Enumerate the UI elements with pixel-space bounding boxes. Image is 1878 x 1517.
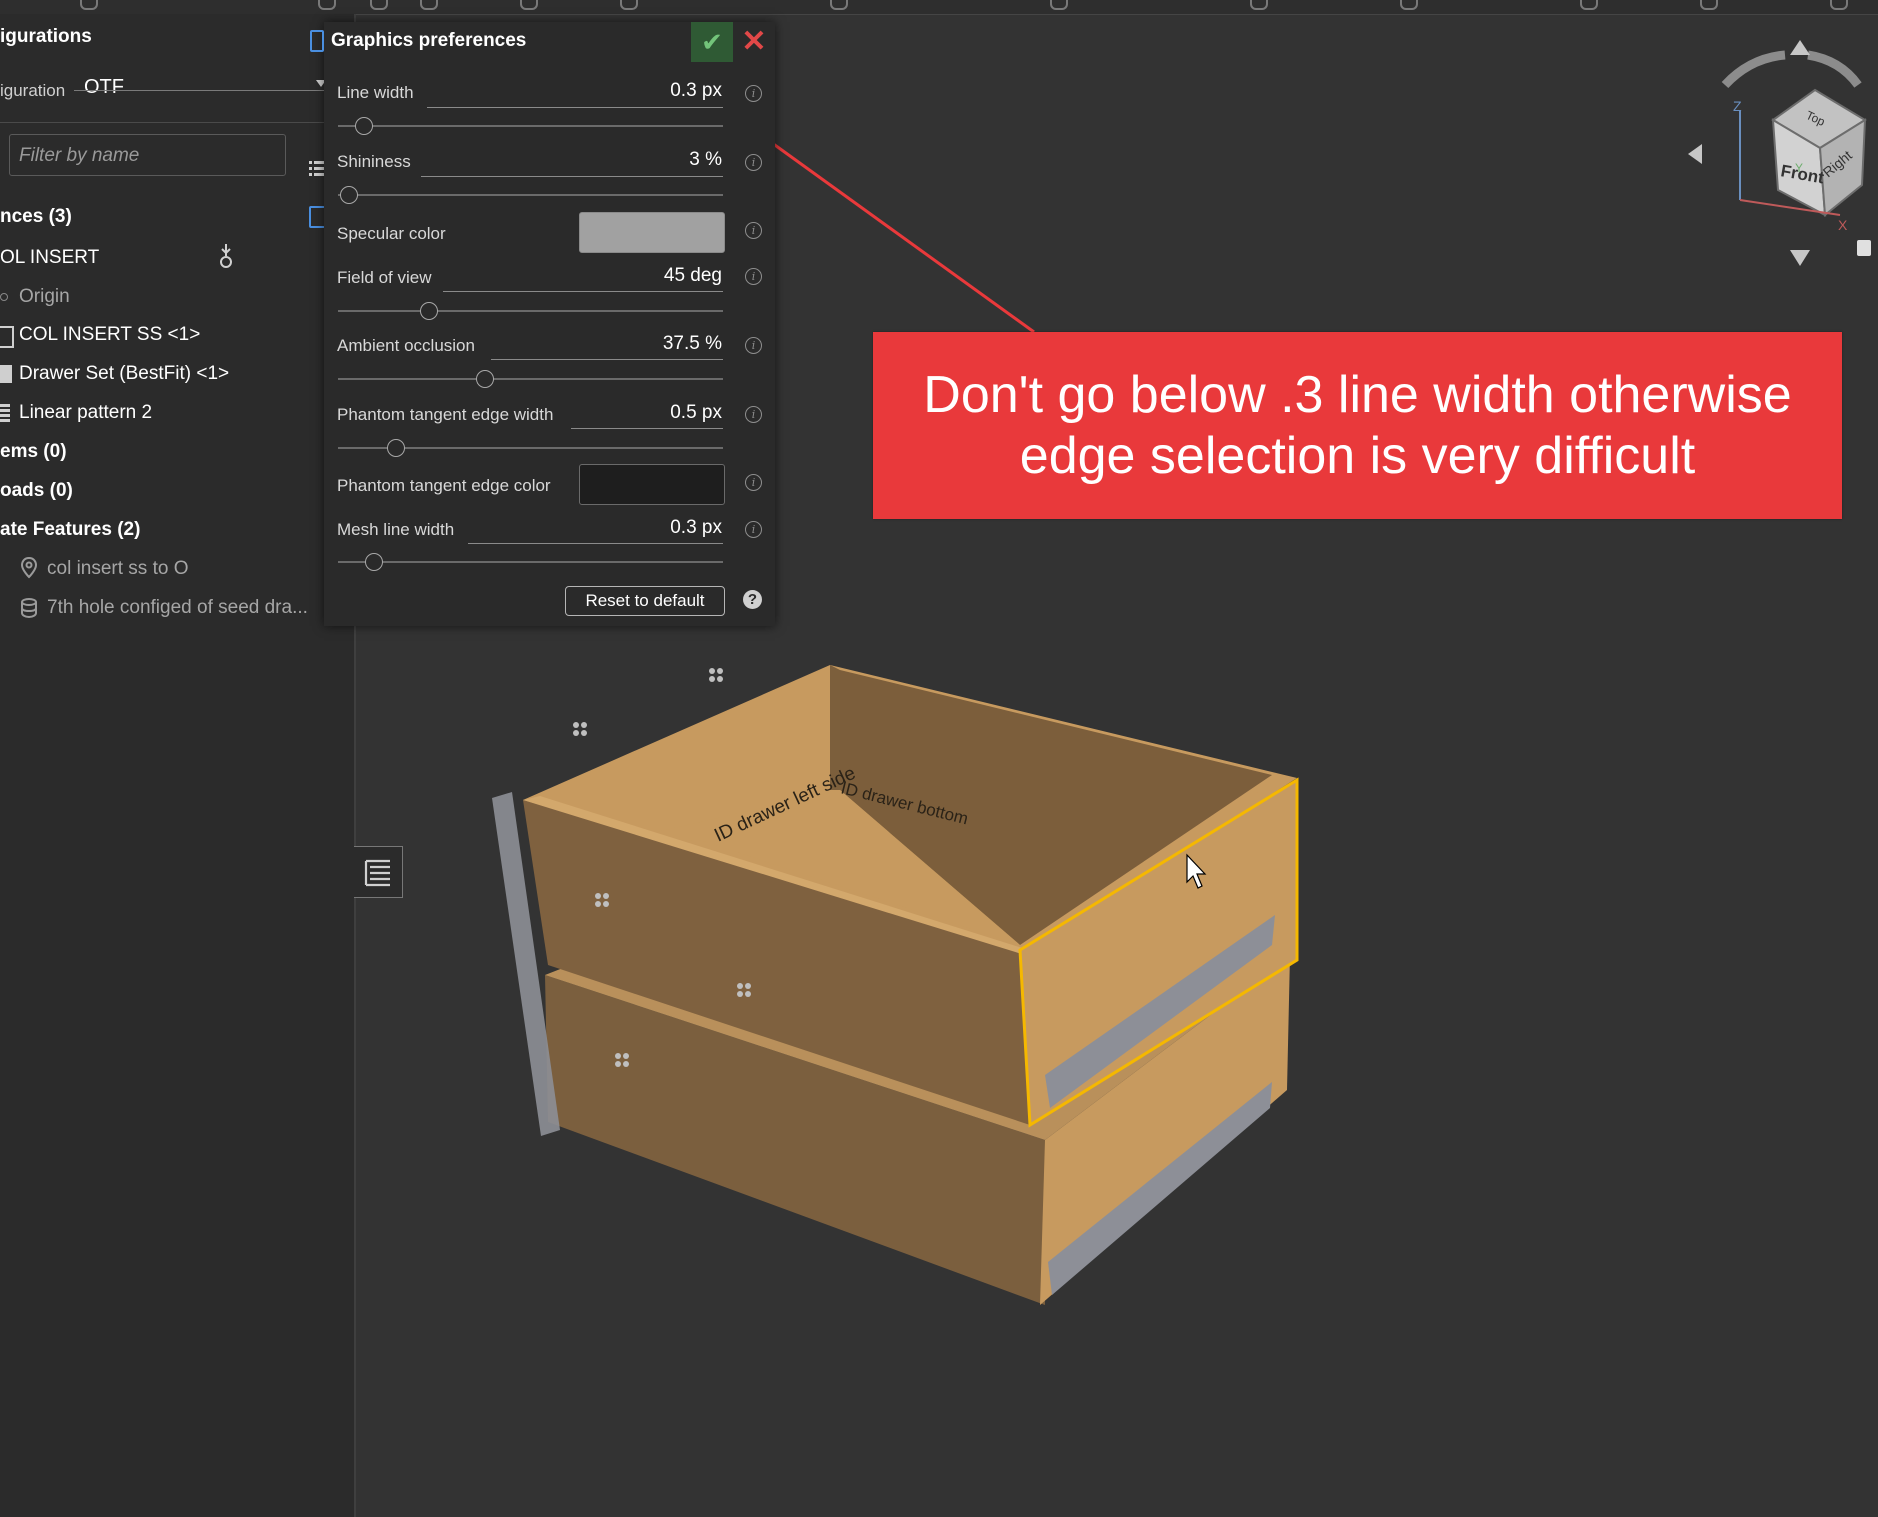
info-icon[interactable]: i bbox=[745, 268, 762, 285]
info-icon[interactable]: i bbox=[745, 337, 762, 354]
phantom-edge-width-value[interactable]: 0.5 px bbox=[670, 402, 722, 424]
shininess-slider-thumb[interactable] bbox=[340, 186, 358, 204]
line-width-value[interactable]: 0.3 px bbox=[670, 80, 722, 102]
ambient-occlusion-underline bbox=[491, 359, 723, 360]
field-of-view-value[interactable]: 45 deg bbox=[664, 265, 722, 287]
mesh-line-width-value[interactable]: 0.3 px bbox=[670, 517, 722, 539]
line-width-slider-track[interactable] bbox=[338, 125, 723, 127]
arrow-left-icon bbox=[1688, 144, 1702, 164]
mesh-line-width-label: Mesh line width bbox=[337, 520, 455, 539]
check-icon: ✔ bbox=[701, 26, 723, 57]
shininess-value[interactable]: 3 % bbox=[689, 149, 722, 171]
shininess-slider-track[interactable] bbox=[338, 194, 723, 196]
phantom-edge-color-label: Phantom tangent edge color bbox=[337, 476, 551, 495]
view-cube-home-icon[interactable] bbox=[1857, 240, 1871, 256]
info-icon[interactable]: i bbox=[745, 474, 762, 491]
close-button[interactable]: ✕ bbox=[738, 24, 770, 60]
view-cube[interactable]: Front Right Top Z X Y bbox=[1680, 30, 1878, 270]
field-of-view-slider-thumb[interactable] bbox=[419, 302, 438, 320]
model-viewport[interactable]: ID drawer left side ID drawer bottom bbox=[0, 0, 1878, 1517]
line-width-slider-thumb[interactable] bbox=[354, 117, 373, 135]
phantom-edge-width-label: Phantom tangent edge width bbox=[337, 405, 554, 424]
close-icon: ✕ bbox=[741, 25, 767, 58]
info-icon[interactable]: i bbox=[745, 154, 762, 171]
specular-color-swatch[interactable] bbox=[579, 212, 725, 253]
axis-y-label: Y bbox=[1795, 161, 1803, 175]
annotation-arrow bbox=[735, 115, 1035, 334]
mesh-line-width-underline bbox=[468, 543, 723, 544]
info-icon[interactable]: i bbox=[745, 521, 762, 538]
outline-icon bbox=[364, 859, 390, 887]
mesh-line-width-slider-track[interactable] bbox=[338, 561, 723, 563]
ambient-occlusion-slider-track[interactable] bbox=[338, 378, 723, 380]
info-icon[interactable]: i bbox=[745, 85, 762, 102]
line-width-underline bbox=[427, 107, 723, 108]
info-icon[interactable]: i bbox=[745, 222, 762, 239]
axis-z-label: Z bbox=[1733, 98, 1742, 114]
accept-button[interactable]: ✔ bbox=[691, 22, 733, 62]
specular-color-label: Specular color bbox=[337, 224, 446, 243]
line-width-label: Line width bbox=[337, 83, 414, 102]
ambient-occlusion-label: Ambient occlusion bbox=[337, 336, 475, 355]
arrow-down-icon bbox=[1790, 250, 1810, 266]
shininess-underline bbox=[421, 176, 723, 177]
dialog-title: Graphics preferences bbox=[331, 30, 527, 51]
ambient-occlusion-value[interactable]: 37.5 % bbox=[663, 333, 722, 355]
help-icon[interactable]: ? bbox=[743, 590, 762, 609]
field-of-view-label: Field of view bbox=[337, 268, 432, 287]
field-of-view-underline bbox=[443, 291, 723, 292]
arrow-up-icon bbox=[1790, 40, 1810, 55]
outline-toggle-button[interactable] bbox=[354, 846, 403, 898]
shininess-label: Shininess bbox=[337, 152, 411, 171]
reset-to-default-button[interactable]: Reset to default bbox=[565, 586, 725, 616]
ambient-occlusion-slider-thumb[interactable] bbox=[476, 370, 495, 388]
axis-x-label: X bbox=[1838, 217, 1848, 233]
annotation-callout: Don't go below .3 line width otherwise e… bbox=[873, 332, 1842, 519]
info-icon[interactable]: i bbox=[745, 406, 762, 423]
phantom-edge-color-swatch[interactable] bbox=[579, 464, 725, 505]
configuration-icon[interactable] bbox=[310, 30, 324, 52]
field-of-view-slider-track[interactable] bbox=[338, 310, 723, 312]
rotate-arrows bbox=[1721, 50, 1862, 89]
phantom-edge-width-underline bbox=[571, 428, 723, 429]
